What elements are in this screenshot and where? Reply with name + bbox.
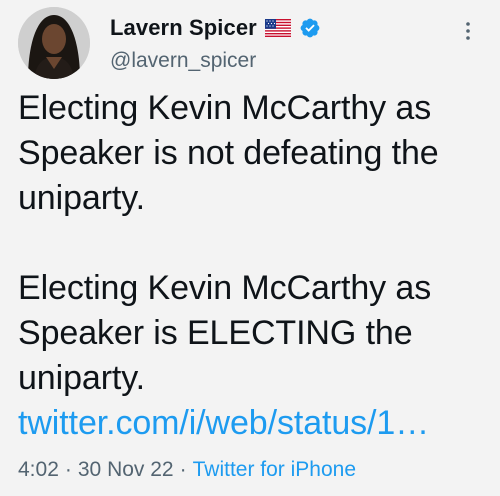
name-row: Lavern Spicer: [110, 13, 321, 43]
verified-badge-icon: [299, 17, 321, 39]
meta-separator-1: ·: [64, 458, 72, 481]
tweet-time[interactable]: 4:02: [18, 458, 59, 481]
tweet-header: Lavern Spicer @lavern_spicer: [18, 7, 482, 81]
tweet-link[interactable]: twitter.com/i/web/status/1…: [18, 404, 429, 442]
avatar[interactable]: [18, 7, 90, 79]
author-name[interactable]: Lavern Spicer: [110, 15, 257, 41]
tweet-meta: 4:02 · 30 Nov 22 · Twitter for iPhone: [18, 458, 356, 482]
tweet-text: Electing Kevin McCarthy as Speaker is no…: [18, 86, 490, 446]
tweet-paragraph-1: Electing Kevin McCarthy as Speaker is no…: [18, 89, 439, 217]
author-handle[interactable]: @lavern_spicer: [110, 49, 256, 73]
us-flag-icon: [264, 19, 291, 37]
meta-separator-2: ·: [179, 458, 187, 481]
tweet-card: Lavern Spicer @lavern_spicer Electing Ke…: [0, 0, 500, 496]
tweet-paragraph-2-text: Electing Kevin McCarthy as Speaker is EL…: [18, 269, 432, 397]
tweet-date[interactable]: 30 Nov 22: [78, 458, 174, 481]
more-options-icon[interactable]: [456, 19, 480, 43]
tweet-paragraph-2: Electing Kevin McCarthy as Speaker is EL…: [18, 266, 490, 446]
tweet-client[interactable]: Twitter for iPhone: [193, 458, 356, 481]
avatar-image: [18, 7, 90, 79]
